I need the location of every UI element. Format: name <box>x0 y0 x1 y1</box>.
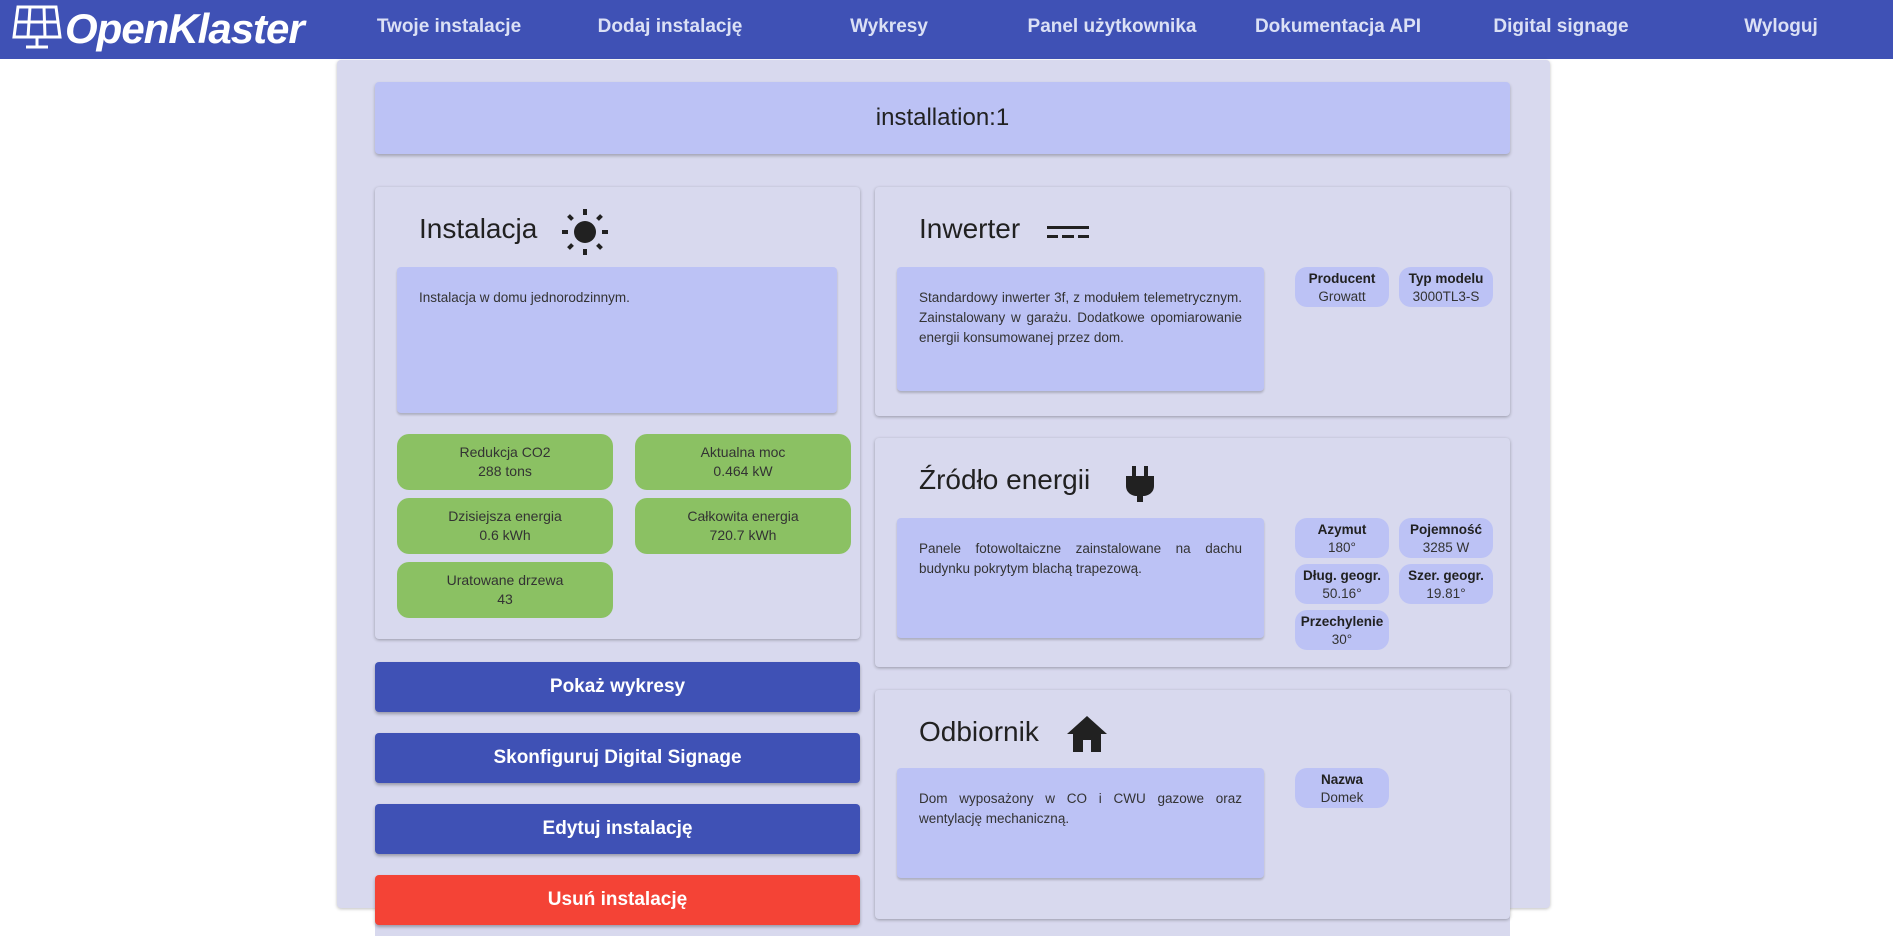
show-charts-button[interactable]: Pokaż wykresy <box>375 662 860 712</box>
inverter-description: Standardowy inwerter 3f, z modułem telem… <box>897 267 1264 391</box>
stat-label: Uratowane drzewa <box>446 572 564 588</box>
prop-value: Growatt <box>1318 289 1366 304</box>
solar-panel-icon <box>12 5 62 49</box>
nav-logout[interactable]: Wyloguj <box>1744 0 1818 54</box>
installation-card: Instalacja Instalacja w domu jednorodzin… <box>375 187 860 639</box>
prop-value: 180° <box>1328 540 1356 555</box>
prop-key: Nazwa <box>1320 772 1364 787</box>
nav-user-panel[interactable]: Panel użytkownika <box>1028 0 1197 54</box>
prop-key: Dług. geogr. <box>1302 568 1381 583</box>
source-prop-azimuth: Azymut 180° <box>1295 518 1389 558</box>
receiver-description: Dom wyposażony w CO i CWU gazowe oraz we… <box>897 768 1264 878</box>
page-title: installation:1 <box>375 82 1510 154</box>
brand-name: OpenKlaster <box>65 5 305 52</box>
prop-key: Szer. geogr. <box>1408 568 1484 583</box>
stat-label: Redukcja CO2 <box>459 444 551 460</box>
delete-installation-button[interactable]: Usuń instalację <box>375 875 860 925</box>
home-icon <box>1065 714 1109 759</box>
prop-key: Przechylenie <box>1300 614 1384 629</box>
prop-key: Azymut <box>1317 522 1367 537</box>
stat-saved-trees: Uratowane drzewa 43 <box>397 562 613 618</box>
inverter-prop-model: Typ modelu 3000TL3-S <box>1399 267 1493 307</box>
nav-add-installation[interactable]: Dodaj instalację <box>598 0 743 54</box>
stat-today-energy: Dzisiejsza energia 0.6 kWh <box>397 498 613 554</box>
nav-charts[interactable]: Wykresy <box>850 0 928 54</box>
receiver-card: Odbiornik Dom wyposażony w CO i CWU gazo… <box>875 690 1510 919</box>
edit-installation-button[interactable]: Edytuj instalację <box>375 804 860 854</box>
stat-value: 0.464 kW <box>713 463 773 479</box>
prop-key: Typ modelu <box>1408 271 1484 286</box>
installation-description: Instalacja w domu jednorodzinnym. <box>397 267 837 413</box>
inverter-card: Inwerter Standardowy inwerter 3f, z modu… <box>875 187 1510 416</box>
stat-value: 288 tons <box>478 463 532 479</box>
stat-label: Dzisiejsza energia <box>448 508 562 524</box>
prop-value: Domek <box>1320 790 1364 805</box>
inverter-title: Inwerter <box>919 213 1021 244</box>
stat-label: Aktualna moc <box>700 444 786 460</box>
stat-value: 720.7 kWh <box>709 527 777 543</box>
stat-value: 43 <box>497 591 513 607</box>
inverter-prop-producer: Producent Growatt <box>1295 267 1389 307</box>
source-prop-capacity: Pojemność 3285 W <box>1399 518 1493 558</box>
configure-signage-button[interactable]: Skonfiguruj Digital Signage <box>375 733 860 783</box>
stat-current-power: Aktualna moc 0.464 kW <box>635 434 851 490</box>
receiver-title: Odbiornik <box>919 716 1039 747</box>
stat-value: 0.6 kWh <box>479 527 531 543</box>
prop-value: 3285 W <box>1422 540 1470 555</box>
stat-label: Całkowita energia <box>687 508 799 524</box>
energy-source-description: Panele fotowoltaiczne zainstalowane na d… <box>897 518 1264 638</box>
installation-title: Instalacja <box>419 213 538 244</box>
brand-logo[interactable]: OpenKlaster <box>8 3 305 55</box>
nav-digital-signage[interactable]: Digital signage <box>1493 0 1628 54</box>
nav-api-docs[interactable]: Dokumentacja API <box>1255 0 1421 54</box>
prop-value: 30° <box>1331 632 1353 647</box>
prop-value: 3000TL3-S <box>1412 289 1480 304</box>
sun-icon <box>561 208 609 261</box>
prop-key: Producent <box>1308 271 1376 286</box>
energy-source-title: Źródło energii <box>919 464 1091 495</box>
nav-your-installations[interactable]: Twoje instalacje <box>377 0 521 54</box>
source-prop-tilt: Przechylenie 30° <box>1295 610 1389 650</box>
navbar: OpenKlaster Twoje instalacje Dodaj insta… <box>0 0 1893 59</box>
energy-source-card: Źródło energii Panele fotowoltaiczne zai… <box>875 438 1510 667</box>
source-prop-latitude: Szer. geogr. 19.81° <box>1399 564 1493 604</box>
prop-key: Pojemność <box>1409 522 1483 537</box>
source-prop-longitude: Dług. geogr. 50.16° <box>1295 564 1389 604</box>
stat-total-energy: Całkowita energia 720.7 kWh <box>635 498 851 554</box>
prop-value: 19.81° <box>1426 586 1466 601</box>
power-plug-icon <box>1123 464 1157 509</box>
prop-value: 50.16° <box>1322 586 1362 601</box>
stat-co2-reduction: Redukcja CO2 288 tons <box>397 434 613 490</box>
receiver-prop-name: Nazwa Domek <box>1295 768 1389 808</box>
dc-current-icon <box>1046 223 1090 248</box>
